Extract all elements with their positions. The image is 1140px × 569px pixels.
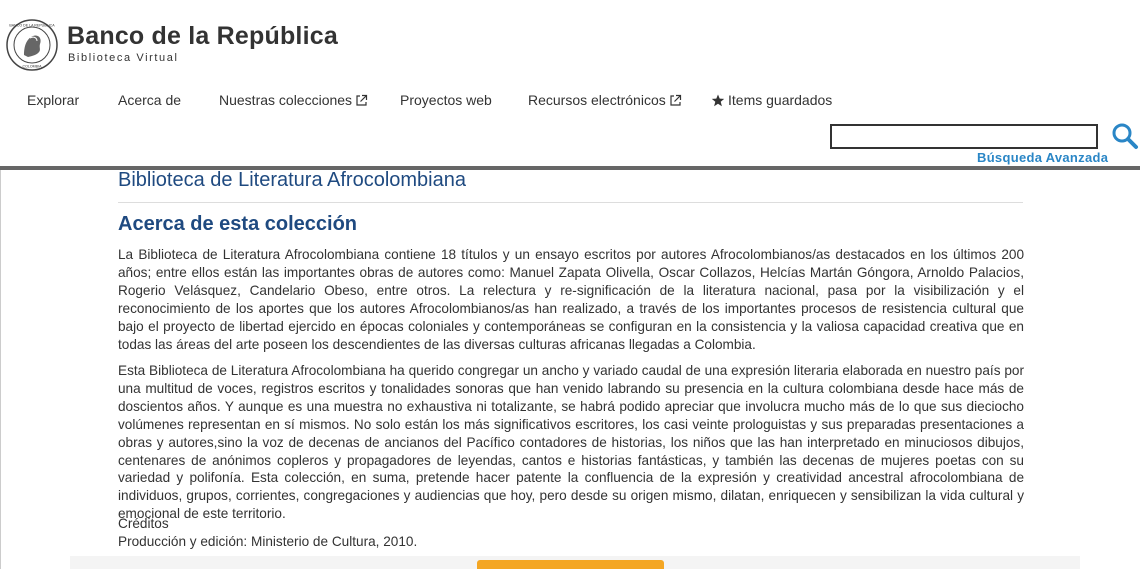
bank-logo[interactable]: BANCO DE LA REPÚBLICA COLOMBIA [6, 19, 58, 71]
nav-explorar[interactable]: Explorar [27, 92, 79, 108]
nav-nuestras-colecciones[interactable]: Nuestras colecciones [219, 92, 368, 108]
external-link-icon [670, 94, 681, 106]
nav-proyectos-web[interactable]: Proyectos web [400, 92, 492, 108]
left-border [0, 170, 4, 569]
credits-label: Créditos [118, 516, 169, 531]
site-header: BANCO DE LA REPÚBLICA COLOMBIA Banco de … [0, 0, 1140, 168]
description-paragraph: Esta Biblioteca de Literatura Afrocolomb… [118, 363, 1024, 522]
main-nav: Explorar Acerca de Nuestras colecciones … [0, 92, 1140, 112]
nav-label: Items guardados [728, 92, 833, 108]
nav-recursos-electronicos[interactable]: Recursos electrónicos [528, 92, 682, 108]
svg-text:COLOMBIA: COLOMBIA [23, 65, 43, 69]
nav-label: Recursos electrónicos [528, 92, 666, 108]
action-button[interactable] [477, 560, 664, 569]
search-input[interactable] [830, 124, 1098, 149]
credits-text: Producción y edición: Ministerio de Cult… [118, 534, 418, 549]
section-title: Acerca de esta colección [118, 213, 358, 235]
title-divider [118, 202, 1023, 203]
page-title: Biblioteca de Literatura Afrocolombiana [118, 169, 466, 191]
search-icon[interactable] [1111, 122, 1139, 150]
svg-text:BANCO DE LA REPÚBLICA: BANCO DE LA REPÚBLICA [9, 23, 55, 28]
brand-title[interactable]: Banco de la República [67, 22, 338, 51]
star-icon [711, 94, 725, 106]
nav-acerca-de[interactable]: Acerca de [118, 92, 181, 108]
nav-label: Explorar [27, 92, 80, 108]
description-paragraph: La Biblioteca de Literatura Afrocolombia… [118, 247, 1024, 352]
nav-label: Acerca de [118, 92, 182, 108]
external-link-icon [356, 94, 368, 106]
brand-subtitle: Biblioteca Virtual [68, 52, 179, 64]
advanced-search-link[interactable]: Búsqueda Avanzada [977, 150, 1108, 165]
nav-items-guardados[interactable]: Items guardados [711, 92, 832, 108]
nav-label: Proyectos web [400, 92, 492, 108]
credits-block: Créditos Producción y edición: Ministeri… [118, 515, 417, 551]
nav-label: Nuestras colecciones [219, 92, 353, 108]
